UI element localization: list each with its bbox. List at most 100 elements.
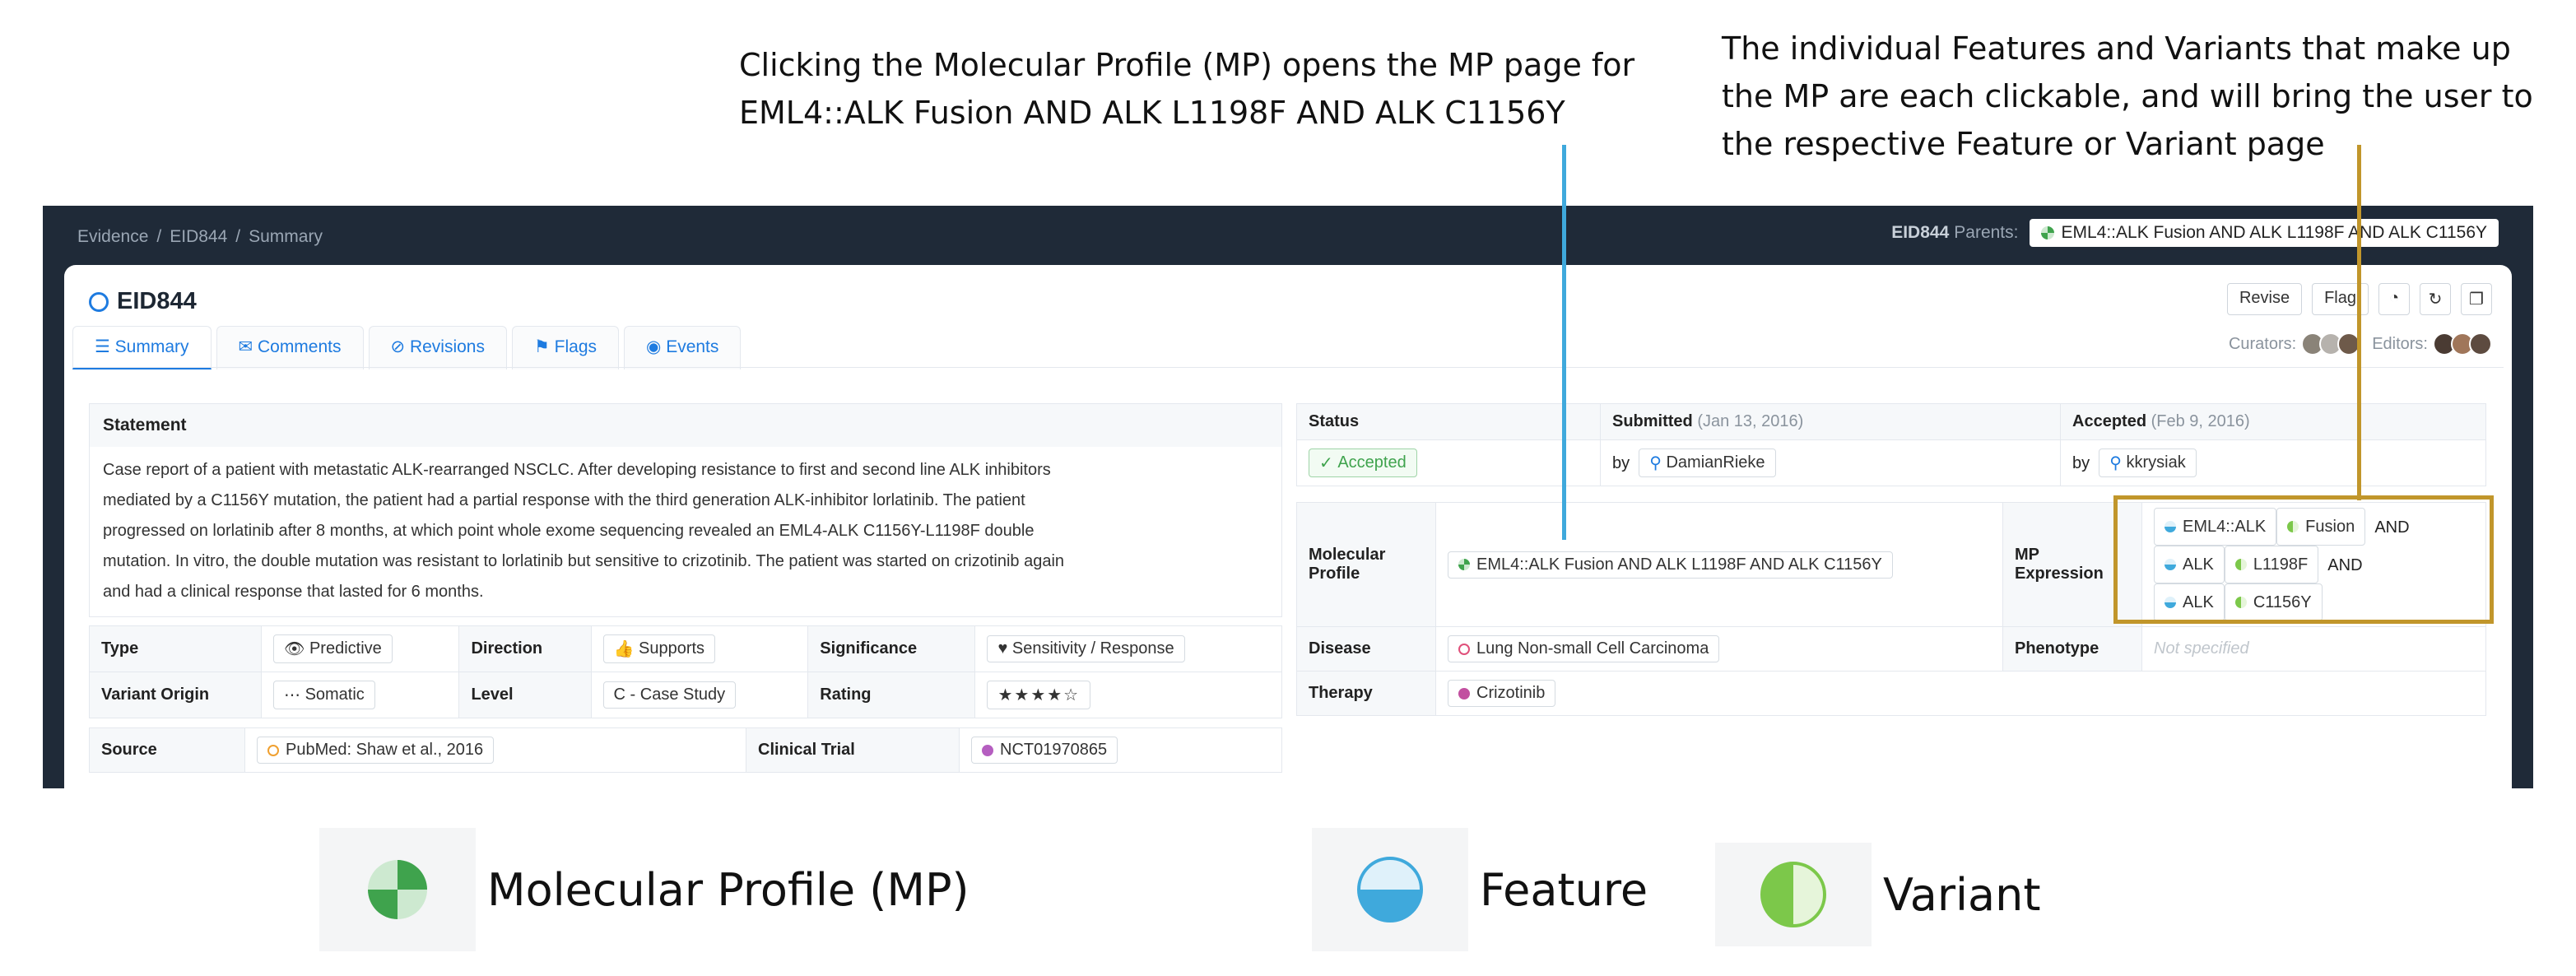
disease-label: Disease	[1296, 626, 1436, 672]
editors-label: Editors:	[2372, 334, 2428, 353]
tab-summary[interactable]: ☰ Summary	[72, 326, 212, 369]
legend-mp-label: Molecular Profile (MP)	[487, 863, 969, 916]
legend-feature: Feature	[1312, 828, 1648, 951]
tab-flags[interactable]: ⚑ Flags	[511, 326, 620, 369]
mp-expression-highlight	[2113, 495, 2494, 624]
features-callout-connector	[2357, 145, 2361, 500]
parents-bar: EID844 Parents: EML4::ALK Fusion AND ALK…	[1891, 219, 2499, 247]
status-label: Status	[1296, 403, 1601, 440]
breadcrumb-eid[interactable]: EID844	[170, 227, 227, 246]
eye-icon: 👁	[284, 640, 309, 658]
legend-feature-box	[1312, 828, 1468, 951]
by-label: by	[2072, 454, 2090, 472]
acceptor-chip[interactable]: ⚲ kkrysiak	[2099, 448, 2197, 477]
therapy-chip[interactable]: Crizotinib	[1448, 680, 1556, 707]
heart-icon: ♥	[997, 639, 1012, 658]
features-callout: The individual Features and Variants tha…	[1722, 25, 2533, 168]
molecular-profile-chip[interactable]: EML4::ALK Fusion AND ALK L1198F AND ALK …	[1448, 551, 1893, 579]
legend-variant: Variant	[1715, 843, 2041, 946]
direction-chip[interactable]: 👍 Supports	[602, 634, 716, 663]
curators-label: Curators:	[2228, 334, 2297, 353]
phenotype-label: Phenotype	[2002, 626, 2142, 672]
feature-icon	[1357, 857, 1423, 923]
user-icon: ⚲	[1649, 454, 1667, 472]
mp-callout-line-2: EML4::ALK Fusion AND ALK L1198F AND ALK …	[739, 95, 1565, 131]
therapy-label: Therapy	[1296, 671, 1436, 716]
attributes-table: Type 👁 Predictive Direction 👍 Supports S…	[89, 625, 1282, 718]
parent-mp-label: EML4::ALK Fusion AND ALK L1198F AND ALK …	[2061, 223, 2487, 242]
mp-label: Molecular Profile	[1296, 502, 1436, 627]
origin-chip[interactable]: ⋯ Somatic	[273, 681, 375, 709]
tab-revisions[interactable]: ⊘ Revisions	[368, 326, 507, 369]
statement-text: Case report of a patient with metastatic…	[103, 461, 1065, 601]
page-title-text: EID844	[117, 288, 197, 314]
phenotype-value: Not specified	[2154, 639, 2249, 658]
by-label: by	[1612, 454, 1630, 472]
dash-icon: ⋯	[284, 686, 305, 704]
revise-button[interactable]: Revise	[2226, 283, 2303, 315]
rating-label: Rating	[807, 672, 976, 718]
action-bar: Revise Flag ◔ ↻ ❐	[2217, 283, 2492, 315]
molecular-profile-icon	[2041, 226, 2055, 239]
statement-panel: Statement Case report of a patient with …	[89, 403, 1282, 617]
avatar[interactable]	[2469, 332, 2492, 356]
parents-label: Parents:	[1954, 223, 2019, 242]
check-circle-icon: ✓	[1319, 454, 1338, 472]
disease-icon	[1458, 643, 1470, 655]
legend-molecular-profile: Molecular Profile (MP)	[319, 828, 969, 951]
therapy-icon	[1458, 687, 1470, 699]
variant-icon	[1760, 862, 1826, 927]
source-chip[interactable]: PubMed: Shaw et al., 2016	[257, 737, 495, 764]
source-icon	[267, 744, 279, 756]
mp-callout-line-1: Clicking the Molecular Profile (MP) open…	[739, 47, 1635, 83]
molecular-profile-icon	[368, 860, 427, 919]
status-badge: ✓ Accepted	[1309, 448, 1417, 477]
tab-bar: ☰ Summary ✉ Comments ⊘ Revisions ⚑ Flags…	[72, 326, 746, 369]
direction-label: Direction	[458, 625, 592, 672]
status-table: Status Submitted (Jan 13, 2016) Accepted…	[1296, 403, 2486, 486]
disease-chip[interactable]: Lung Non-small Cell Carcinoma	[1448, 635, 1720, 662]
user-icon: ⚲	[2109, 454, 2127, 472]
refresh-icon[interactable]: ↻	[2420, 283, 2451, 315]
submitted-header: Submitted (Jan 13, 2016)	[1600, 403, 2061, 440]
tab-divider	[72, 367, 2504, 368]
molecular-profile-icon	[1458, 559, 1470, 570]
level-chip[interactable]: C - Case Study	[602, 681, 737, 709]
tab-comments[interactable]: ✉ Comments	[216, 326, 364, 369]
features-callout-line-1: The individual Features and Variants tha…	[1722, 30, 2511, 67]
rating-stars: ★★★★☆	[987, 681, 1091, 709]
thumbs-up-icon: 👍	[613, 640, 639, 658]
bell-icon[interactable]: ◔	[2378, 283, 2410, 315]
parent-mp-tag[interactable]: EML4::ALK Fusion AND ALK L1198F AND ALK …	[2030, 219, 2499, 247]
significance-chip[interactable]: ♥ Sensitivity / Response	[987, 635, 1185, 662]
trial-chip[interactable]: NCT01970865	[971, 737, 1118, 764]
features-callout-line-3: the respective Feature or Variant page	[1722, 126, 2325, 162]
mp-callout-connector	[1562, 145, 1566, 540]
trial-label: Clinical Trial	[746, 727, 960, 773]
features-callout-line-2: the MP are each clickable, and will brin…	[1722, 78, 2533, 114]
legend-variant-label: Variant	[1883, 868, 2041, 921]
breadcrumb: Evidence / EID844/Summary	[77, 227, 323, 246]
page-title: EID844	[89, 288, 197, 315]
mp-callout: Clicking the Molecular Profile (MP) open…	[739, 41, 1634, 137]
source-table: Source PubMed: Shaw et al., 2016 Clinica…	[89, 727, 1282, 773]
level-label: Level	[458, 672, 592, 718]
statement-label: Statement	[90, 404, 1281, 447]
evidence-icon	[89, 291, 109, 312]
accepted-header: Accepted (Feb 9, 2016)	[2060, 403, 2486, 440]
submitter-chip[interactable]: ⚲ DamianRieke	[1639, 448, 1776, 477]
type-chip[interactable]: 👁 Predictive	[273, 634, 393, 663]
breadcrumb-evidence[interactable]: Evidence	[77, 227, 148, 246]
trial-icon	[982, 744, 993, 756]
parents-id: EID844	[1891, 223, 1950, 242]
legend-variant-box	[1715, 843, 1872, 946]
legend-feature-label: Feature	[1480, 863, 1648, 916]
copy-icon[interactable]: ❐	[2461, 283, 2492, 315]
legend-mp-box	[319, 828, 476, 951]
source-label: Source	[89, 727, 245, 773]
origin-label: Variant Origin	[89, 672, 262, 718]
type-label: Type	[89, 625, 262, 672]
tab-events[interactable]: ◉ Events	[624, 326, 742, 369]
significance-label: Significance	[807, 625, 976, 672]
breadcrumb-summary: Summary	[249, 227, 323, 246]
